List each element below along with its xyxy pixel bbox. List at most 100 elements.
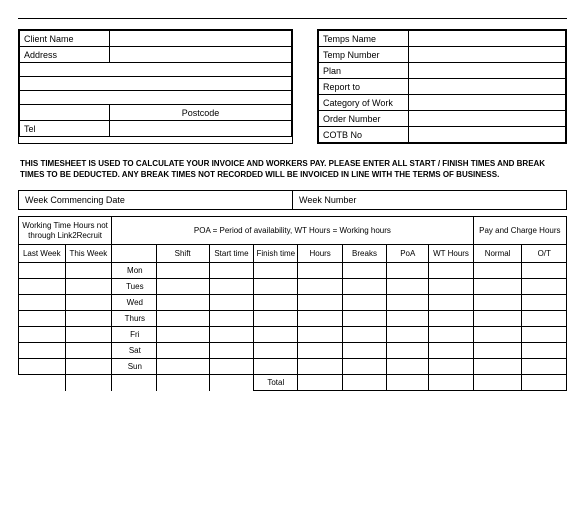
hours-cell[interactable] — [298, 359, 342, 375]
wt-cell[interactable] — [429, 359, 473, 375]
hours-cell[interactable] — [298, 343, 342, 359]
normal-cell[interactable] — [473, 343, 522, 359]
day-label: Sun — [112, 359, 156, 375]
category-value[interactable] — [409, 95, 566, 111]
address1-value[interactable] — [110, 47, 292, 63]
shift-cell[interactable] — [156, 359, 209, 375]
breaks-cell[interactable] — [342, 295, 386, 311]
total-normal[interactable] — [473, 375, 522, 391]
start-cell[interactable] — [209, 311, 253, 327]
poa-cell[interactable] — [387, 327, 429, 343]
this-week-cell[interactable] — [65, 279, 112, 295]
total-wt[interactable] — [429, 375, 473, 391]
finish-cell[interactable] — [254, 359, 298, 375]
ot-cell[interactable] — [522, 359, 567, 375]
wt-cell[interactable] — [429, 327, 473, 343]
start-cell[interactable] — [209, 343, 253, 359]
last-week-cell[interactable] — [19, 263, 66, 279]
wt-cell[interactable] — [429, 343, 473, 359]
wt-cell[interactable] — [429, 279, 473, 295]
last-week-cell[interactable] — [19, 343, 66, 359]
address3-value[interactable] — [20, 77, 292, 91]
ot-cell[interactable] — [522, 327, 567, 343]
poa-cell[interactable] — [387, 343, 429, 359]
poa-cell[interactable] — [387, 263, 429, 279]
day-label: Fri — [112, 327, 156, 343]
finish-cell[interactable] — [254, 343, 298, 359]
breaks-cell[interactable] — [342, 263, 386, 279]
wt-cell[interactable] — [429, 263, 473, 279]
ot-cell[interactable] — [522, 295, 567, 311]
this-week-cell[interactable] — [65, 263, 112, 279]
last-week-cell[interactable] — [19, 295, 66, 311]
order-number-value[interactable] — [409, 111, 566, 127]
this-week-cell[interactable] — [65, 327, 112, 343]
shift-cell[interactable] — [156, 263, 209, 279]
hours-cell[interactable] — [298, 311, 342, 327]
hours-cell[interactable] — [298, 327, 342, 343]
report-to-value[interactable] — [409, 79, 566, 95]
hours-cell[interactable] — [298, 295, 342, 311]
finish-cell[interactable] — [254, 327, 298, 343]
address2-value[interactable] — [20, 63, 292, 77]
shift-cell[interactable] — [156, 343, 209, 359]
start-cell[interactable] — [209, 263, 253, 279]
hours-cell[interactable] — [298, 279, 342, 295]
ot-cell[interactable] — [522, 311, 567, 327]
poa-cell[interactable] — [387, 311, 429, 327]
this-week-cell[interactable] — [65, 295, 112, 311]
start-cell[interactable] — [209, 295, 253, 311]
address4-value[interactable] — [20, 91, 292, 105]
breaks-cell[interactable] — [342, 279, 386, 295]
breaks-cell[interactable] — [342, 359, 386, 375]
wt-cell[interactable] — [429, 295, 473, 311]
total-breaks[interactable] — [342, 375, 386, 391]
poa-cell[interactable] — [387, 359, 429, 375]
tel-value[interactable] — [110, 121, 292, 137]
plan-value[interactable] — [409, 63, 566, 79]
total-ot[interactable] — [522, 375, 567, 391]
normal-cell[interactable] — [473, 311, 522, 327]
start-cell[interactable] — [209, 279, 253, 295]
shift-cell[interactable] — [156, 327, 209, 343]
cotb-value[interactable] — [409, 127, 566, 143]
breaks-cell[interactable] — [342, 311, 386, 327]
last-week-cell[interactable] — [19, 359, 66, 375]
start-cell[interactable] — [209, 327, 253, 343]
last-week-cell[interactable] — [19, 279, 66, 295]
this-week-cell[interactable] — [65, 311, 112, 327]
last-week-cell[interactable] — [19, 311, 66, 327]
finish-cell[interactable] — [254, 279, 298, 295]
client-name-value[interactable] — [110, 31, 292, 47]
shift-cell[interactable] — [156, 311, 209, 327]
normal-cell[interactable] — [473, 359, 522, 375]
ot-cell[interactable] — [522, 343, 567, 359]
breaks-cell[interactable] — [342, 327, 386, 343]
normal-cell[interactable] — [473, 279, 522, 295]
start-cell[interactable] — [209, 359, 253, 375]
temps-name-value[interactable] — [409, 31, 566, 47]
day-label: Tues — [112, 279, 156, 295]
finish-cell[interactable] — [254, 263, 298, 279]
this-week-cell[interactable] — [65, 359, 112, 375]
total-hours[interactable] — [298, 375, 342, 391]
temp-number-value[interactable] — [409, 47, 566, 63]
normal-cell[interactable] — [473, 295, 522, 311]
last-week-cell[interactable] — [19, 327, 66, 343]
finish-cell[interactable] — [254, 295, 298, 311]
postcode-pre[interactable] — [20, 105, 110, 121]
poa-cell[interactable] — [387, 295, 429, 311]
shift-cell[interactable] — [156, 295, 209, 311]
normal-cell[interactable] — [473, 327, 522, 343]
normal-cell[interactable] — [473, 263, 522, 279]
ot-cell[interactable] — [522, 263, 567, 279]
breaks-cell[interactable] — [342, 343, 386, 359]
this-week-cell[interactable] — [65, 343, 112, 359]
poa-cell[interactable] — [387, 279, 429, 295]
hours-cell[interactable] — [298, 263, 342, 279]
finish-cell[interactable] — [254, 311, 298, 327]
shift-cell[interactable] — [156, 279, 209, 295]
wt-cell[interactable] — [429, 311, 473, 327]
total-poa[interactable] — [387, 375, 429, 391]
ot-cell[interactable] — [522, 279, 567, 295]
